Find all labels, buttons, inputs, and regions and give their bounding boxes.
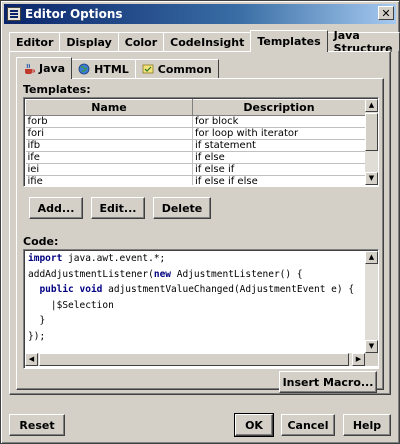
template-name: forb [25,115,193,128]
template-name: ife [25,151,193,164]
window-title: Editor Options [25,7,123,21]
globe-icon [78,63,90,75]
scroll-thumb[interactable] [365,113,378,151]
scroll-left-button[interactable]: ◀ [25,353,38,366]
button-label: OK [245,418,263,432]
tab-color[interactable]: Color [117,32,165,51]
tab-java-structure[interactable]: Java Structure [326,29,400,55]
close-button[interactable]: ✕ [378,6,394,20]
column-header-name[interactable]: Name [25,99,193,116]
add-button[interactable]: Add... [29,197,83,219]
button-label: Edit... [99,201,137,215]
scroll-corner [365,353,378,366]
scroll-up-button[interactable]: ▲ [365,251,378,264]
templates-grid: Name Description forb for block fori for… [25,99,365,185]
help-button[interactable]: Help [343,414,391,436]
subtab-label: Common [157,62,212,76]
subtab-label: Java [39,62,66,75]
code-line: } [28,315,46,326]
button-label: Delete [161,201,203,215]
subtab-label: HTML [94,62,129,76]
table-row[interactable]: iei if else if [25,163,365,176]
scroll-down-button[interactable]: ▼ [365,172,378,185]
template-name: ifie [25,175,193,185]
tab-label: CodeInsight [170,35,245,49]
template-description: for block [192,115,365,128]
code-label: Code: [23,235,59,248]
table-row[interactable]: ifb if statement [25,139,365,152]
title-bar[interactable]: Editor Options ✕ [4,4,396,24]
cancel-button[interactable]: Cancel [281,414,335,436]
button-label: Help [352,418,382,432]
main-tabs: Editor Display Color CodeInsight Templat… [9,29,400,55]
scroll-up-button[interactable]: ▲ [365,99,378,112]
button-label: Insert Macro... [282,375,374,389]
table-row[interactable]: fori for loop with iterator [25,127,365,140]
keyword: public [39,284,74,295]
common-icon [142,64,154,74]
ok-button[interactable]: OK [234,413,274,437]
table-row[interactable]: forb for block [25,115,365,128]
button-label: Cancel [287,418,329,432]
templates-table: Name Description forb for block fori for… [23,97,379,187]
keyword: new [153,268,172,280]
tab-label: Color [124,35,158,49]
template-name: fori [25,127,193,140]
editor-options-dialog: Editor Options ✕ Editor Display Color Co… [0,0,400,444]
code-horizontal-scrollbar[interactable]: ◀ ▶ [25,353,365,366]
reset-button[interactable]: Reset [9,414,65,436]
scroll-down-button[interactable]: ▼ [365,340,378,353]
table-row[interactable]: ife if else [25,151,365,164]
delete-button[interactable]: Delete [153,197,211,219]
code-editor[interactable]: import java.awt.event.*; addAdjustmentLi… [23,249,379,369]
code-line: |$Selection [28,299,114,311]
tab-label: Display [66,35,112,49]
insert-macro-button[interactable]: Insert Macro... [279,371,377,393]
code-text[interactable]: import java.awt.event.*; addAdjustmentLi… [25,251,365,353]
tab-display[interactable]: Display [59,32,119,51]
template-description: if else [192,151,365,164]
template-description: if else if [192,163,365,176]
button-label: Reset [19,418,55,432]
tab-templates[interactable]: Templates [250,30,328,52]
code-line: public void adjustmentValueChanged(Adjus… [39,284,355,295]
tab-codeinsight[interactable]: CodeInsight [163,32,252,51]
template-description: for loop with iterator [192,127,365,140]
tab-label: Templates [257,35,321,48]
java-templates-panel: Templates: Name Description forb for blo… [16,78,384,393]
template-description: if else if else [192,175,365,185]
subtab-java[interactable]: Java [16,57,73,79]
keyword: import [28,253,63,264]
edit-button[interactable]: Edit... [91,197,145,219]
template-name: iei [25,163,193,176]
table-row[interactable]: ifie if else if else [25,175,365,185]
subtab-html[interactable]: HTML [71,59,136,78]
code-line: import java.awt.event.*; [28,253,166,264]
code-line: addAdjustmentListener(new AdjustmentList… [28,268,303,280]
template-description: if statement [192,139,365,152]
scroll-thumb[interactable] [39,353,349,366]
templates-panel: Java HTML Common Templates: Name Descrip… [9,51,391,395]
template-name: ifb [25,139,193,152]
language-tabs: Java HTML Common [16,57,219,79]
button-label: Add... [37,201,75,215]
subtab-common[interactable]: Common [134,59,219,78]
code-vertical-scrollbar[interactable]: ▲ ▼ [365,251,378,353]
tab-editor[interactable]: Editor [9,32,61,51]
tab-label: Editor [16,35,54,49]
templates-scrollbar[interactable]: ▲ ▼ [365,99,378,185]
app-icon [7,7,21,21]
code-line: }); [28,330,46,342]
templates-label: Templates: [23,83,91,96]
keyword: void [79,284,103,295]
scroll-right-button[interactable]: ▶ [352,353,365,366]
column-header-description[interactable]: Description [192,99,365,116]
java-cup-icon [25,63,35,74]
